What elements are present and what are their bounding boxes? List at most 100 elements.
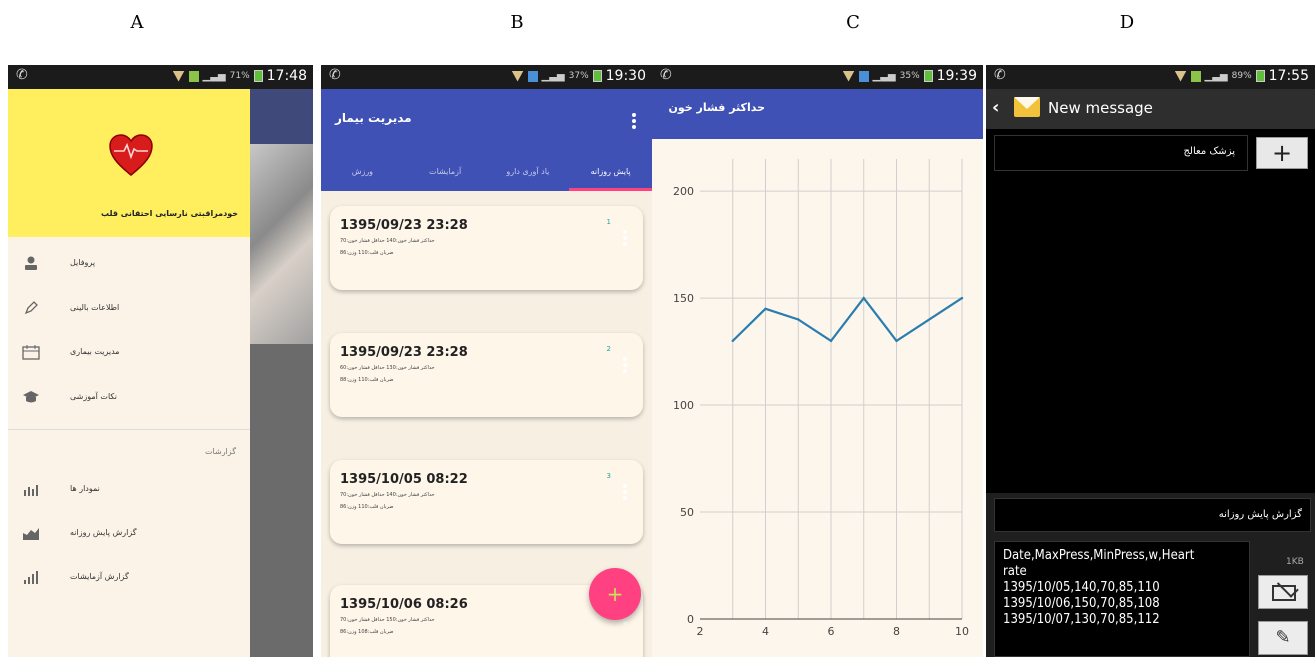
drawer-item-clinical-info[interactable]: اطلاعات بالینی (8, 298, 250, 322)
status-bar: ✆ ▁▃▅ 89% 17:55 (986, 65, 1315, 89)
record-pressure: حداکثر فشار خون:140 حداقل فشار خون:70 (340, 238, 435, 244)
drawer-item-label: نکات آموزشی (70, 392, 118, 401)
call-icon: ✆ (660, 67, 672, 83)
record-date: 1395/09/23 23:28 (340, 218, 468, 233)
phone-b-screen: ✆ ▁▃▅ 37% 19:30 مدیریت بیمار پایش روزانه… (321, 65, 652, 657)
recipient-field[interactable]: پزشک معالج (994, 135, 1248, 171)
wifi-icon (172, 70, 185, 82)
send-envelope-icon (1272, 585, 1296, 601)
message-header: ‹ New message (986, 89, 1315, 129)
status-time: 17:55 (1268, 68, 1309, 84)
record-number: 2 (606, 345, 611, 353)
signal-icon: ▁▃▅ (872, 70, 896, 82)
app-bar: مدیریت بیمار پایش روزانه یاد آوری دارو آ… (321, 89, 652, 191)
tab-medication-reminder[interactable]: یاد آوری دارو (487, 161, 570, 191)
tab-bar: پایش روزانه یاد آوری دارو آزمایشات ورزش (321, 161, 652, 191)
phone-d-screen: ✆ ▁▃▅ 89% 17:55 ‹ New message پزشک معالج… (986, 65, 1315, 657)
signal-icon: ▁▃▅ (1204, 70, 1228, 82)
x-tick-label: 10 (955, 625, 969, 638)
recipient-value: پزشک معالج (1183, 146, 1235, 157)
message-line: 1395/10/07,130,70,85,112 (1003, 612, 1160, 627)
battery-icon (923, 70, 933, 82)
drawer-item-charts[interactable]: نمودار ها (8, 479, 250, 503)
data-point (862, 296, 865, 300)
signal-icon: ▁▃▅ (541, 70, 565, 82)
y-tick-label: 200 (673, 185, 694, 198)
card-menu-icon[interactable] (623, 355, 627, 375)
record-heart-weight: ضربان قلب:108 وزن:86 (340, 629, 394, 635)
message-line: 1395/10/05,140,70,85,110 (1003, 580, 1160, 595)
message-line: 1395/10/06,150,70,85,108 (1003, 596, 1160, 611)
tab-exercise[interactable]: ورزش (321, 161, 404, 191)
attach-icon[interactable]: ✎ (1258, 621, 1308, 655)
record-pressure: حداکثر فشار خون:150 حداقل فشار خون:70 (340, 617, 435, 623)
drawer-item-daily-report[interactable]: گزارش پایش روزانه (8, 523, 250, 547)
record-date: 1395/10/05 08:22 (340, 472, 468, 487)
record-date: 1395/10/06 08:26 (340, 597, 468, 612)
phone-c-screen: ✆ ▁▃▅ 35% 19:39 حداکثر فشار خون 0 50 100 15… (652, 65, 983, 657)
notification-icon (1190, 70, 1201, 82)
card-menu-icon[interactable] (623, 228, 627, 248)
battery-percent: 35% (899, 71, 920, 81)
message-size: 1KB (1286, 557, 1304, 567)
message-line: rate (1003, 564, 1027, 579)
status-bar: ✆ ▁▃▅ 71% 17:48 (8, 65, 313, 89)
send-button[interactable] (1258, 575, 1308, 609)
graduation-cap-icon (22, 389, 40, 407)
list-item[interactable]: 1395/09/23 23:28 حداکثر فشار خون:140 حدا… (330, 206, 643, 290)
wifi-icon (842, 70, 855, 82)
overflow-menu-icon[interactable] (632, 111, 636, 131)
panel-label-c: C (846, 12, 860, 33)
list-item[interactable]: 1395/09/23 23:28 حداکثر فشار خون:130 حدا… (330, 333, 643, 417)
panel-label-b: B (510, 12, 524, 33)
calendar-icon (22, 344, 40, 362)
signal-icon: ▁▃▅ (202, 70, 226, 82)
drawer-item-education[interactable]: نکات آموزشی (8, 387, 250, 411)
tab-lab-tests[interactable]: آزمایشات (404, 161, 487, 191)
status-bar: ✆ ▁▃▅ 37% 19:30 (321, 65, 652, 89)
panel-label-d: D (1119, 12, 1135, 33)
record-number: 3 (606, 472, 611, 480)
notification-icon (527, 70, 538, 82)
record-number: 1 (606, 218, 611, 226)
status-bar: ✆ ▁▃▅ 35% 19:39 (652, 65, 983, 89)
card-menu-icon[interactable] (623, 482, 627, 502)
battery-icon (1255, 70, 1265, 82)
app-bar: حداکثر فشار خون (652, 89, 983, 139)
page-title: مدیریت بیمار (335, 111, 412, 125)
page-title: حداکثر فشار خون (668, 101, 765, 114)
wifi-icon (1174, 70, 1187, 82)
data-point (731, 339, 734, 343)
message-body-input[interactable]: Date,MaxPress,MinPress,w,Heart rate 1395… (994, 541, 1250, 657)
y-tick-label: 0 (687, 613, 694, 626)
person-icon (22, 255, 40, 273)
notification-icon (188, 70, 199, 82)
subject-field[interactable]: گزارش پایش روزانه (994, 498, 1311, 532)
drawer-item-profile[interactable]: پروفایل (8, 253, 250, 277)
notification-icon (858, 70, 869, 82)
battery-percent: 71% (229, 71, 250, 81)
message-line: Date,MaxPress,MinPress,w,Heart (1003, 548, 1195, 563)
drawer-item-lab-report[interactable]: گزارش آزمایشات (8, 567, 250, 591)
heart-logo-icon (109, 134, 153, 176)
add-recipient-button[interactable]: + (1256, 137, 1308, 169)
record-pressure: حداکثر فشار خون:140 حداقل فشار خون:70 (340, 492, 435, 498)
drawer-item-label: گزارش آزمایشات (70, 572, 129, 581)
data-point (829, 339, 833, 343)
x-tick-label: 4 (762, 625, 769, 638)
record-heart-weight: ضربان قلب:110 وزن:86 (340, 250, 394, 256)
drawer-item-label: اطلاعات بالینی (70, 303, 120, 312)
drawer-item-disease-management[interactable]: مدیریت بیماری (8, 342, 250, 366)
list-item[interactable]: 1395/10/05 08:22 حداکثر فشار خون:140 حدا… (330, 460, 643, 544)
y-tick-label: 100 (673, 399, 694, 412)
back-icon[interactable]: ‹ (992, 97, 999, 118)
area-chart-icon (22, 525, 40, 543)
drawer-item-label: مدیریت بیماری (70, 347, 120, 356)
drawer-divider (8, 429, 250, 430)
background-app (248, 89, 313, 657)
add-record-button[interactable]: + (589, 568, 641, 620)
tab-daily-monitoring[interactable]: پایش روزانه (569, 161, 652, 191)
battery-percent: 89% (1231, 71, 1252, 81)
battery-icon (592, 70, 602, 82)
drawer-header: خودمراقبتی نارسایی احتقانی قلب (8, 89, 250, 237)
